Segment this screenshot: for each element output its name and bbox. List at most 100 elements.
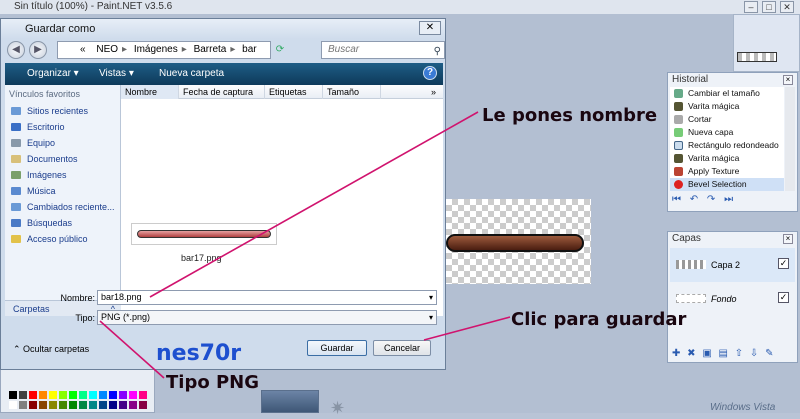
back-button[interactable]: ◀	[7, 41, 25, 59]
color-swatch[interactable]	[119, 391, 127, 399]
color-swatch[interactable]	[29, 401, 37, 409]
color-swatch[interactable]	[69, 401, 77, 409]
file-name-label[interactable]: bar17.png	[181, 253, 222, 263]
forward-button[interactable]: ▶	[29, 41, 47, 59]
color-swatch[interactable]	[109, 401, 117, 409]
history-item[interactable]: Varita mágica	[670, 100, 784, 113]
color-swatch[interactable]	[139, 401, 147, 409]
layer-row[interactable]: Fondo ✓	[670, 282, 795, 316]
history-item[interactable]: Cambiar el tamaño	[670, 87, 784, 100]
history-item[interactable]: Nueva capa	[670, 126, 784, 139]
maximize-button[interactable]: □	[762, 1, 776, 13]
color-swatch[interactable]	[109, 391, 117, 399]
color-swatch[interactable]	[39, 391, 47, 399]
color-swatch[interactable]	[9, 391, 17, 399]
history-toolbar[interactable]: ⏮ ↶ ↷ ⏭	[672, 194, 736, 206]
file-list[interactable]: Nombre Fecha de captura Etiquetas Tamaño…	[121, 85, 443, 316]
views-button[interactable]: Vistas ▾	[99, 67, 134, 81]
new-folder-button[interactable]: Nueva carpeta	[159, 67, 224, 81]
color-swatch[interactable]	[89, 401, 97, 409]
image-tab-thumbnail[interactable]	[737, 52, 777, 62]
magic-wand-icon	[674, 102, 683, 111]
chevron-down-icon[interactable]: ▾	[429, 291, 433, 304]
column-name[interactable]: Nombre	[121, 85, 179, 99]
hide-folders-button[interactable]: ⌃ Ocultar carpetas	[13, 344, 89, 355]
history-close-button[interactable]: ×	[783, 75, 793, 85]
cancel-button[interactable]: Cancelar	[373, 340, 431, 356]
color-swatch[interactable]	[79, 401, 87, 409]
color-swatch[interactable]	[139, 391, 147, 399]
color-swatch[interactable]	[119, 401, 127, 409]
color-swatch[interactable]	[99, 391, 107, 399]
favorite-desktop[interactable]: Escritorio	[5, 119, 120, 135]
column-tags[interactable]: Etiquetas	[265, 85, 323, 99]
search-input[interactable]: Buscar ⚲	[321, 41, 445, 59]
history-item[interactable]: Varita mágica	[670, 152, 784, 165]
save-button[interactable]: Guardar	[307, 340, 367, 356]
color-swatch[interactable]	[129, 391, 137, 399]
path-segment[interactable]: Imágenes	[134, 44, 178, 55]
close-button[interactable]: ✕	[780, 1, 794, 13]
color-swatch[interactable]	[19, 401, 27, 409]
taskbar-thumbnail[interactable]	[261, 390, 319, 413]
history-item[interactable]: Rectángulo redondeado	[670, 139, 784, 152]
favorite-searches[interactable]: Búsquedas	[5, 215, 120, 231]
color-swatch[interactable]	[59, 401, 67, 409]
history-item-label: Rectángulo redondeado	[688, 140, 779, 150]
path-segment[interactable]: NEO	[96, 44, 118, 55]
color-swatch[interactable]	[129, 401, 137, 409]
minimize-button[interactable]: –	[744, 1, 758, 13]
color-swatch[interactable]	[39, 401, 47, 409]
gear-icon: ✷	[330, 398, 346, 418]
favorite-recently-changed[interactable]: Cambiados reciente...	[5, 199, 120, 215]
favorite-music[interactable]: Música	[5, 183, 120, 199]
image-tab-strip[interactable]	[733, 14, 800, 72]
favorite-computer[interactable]: Equipo	[5, 135, 120, 151]
organize-button[interactable]: Organizar ▾	[27, 67, 79, 81]
path-overflow[interactable]: «	[80, 44, 86, 55]
history-item-selected[interactable]: Bevel Selection	[670, 178, 784, 191]
favorite-recent-places[interactable]: Sitios recientes	[5, 103, 120, 119]
color-swatch[interactable]	[29, 391, 37, 399]
column-date[interactable]: Fecha de captura	[179, 85, 265, 99]
color-swatch[interactable]	[79, 391, 87, 399]
color-swatch[interactable]	[69, 391, 77, 399]
dialog-close-button[interactable]: ✕	[419, 21, 441, 35]
layers-close-button[interactable]: ×	[783, 234, 793, 244]
layers-toolbar[interactable]: ✚ ✖ ▣ ▤ ⇧ ⇩ ✎	[672, 348, 775, 359]
favorite-pictures[interactable]: Imágenes	[5, 167, 120, 183]
color-swatch[interactable]	[49, 401, 57, 409]
color-swatch[interactable]	[19, 391, 27, 399]
favorite-public[interactable]: Acceso público	[5, 231, 120, 247]
color-swatch[interactable]	[49, 391, 57, 399]
color-swatch[interactable]	[59, 391, 67, 399]
file-thumbnail-item[interactable]	[131, 223, 277, 245]
history-scrollbar[interactable]	[785, 87, 795, 191]
layer-row[interactable]: Capa 2 ✓	[670, 248, 795, 282]
filename-input[interactable]: bar18.png ▾	[97, 290, 437, 305]
history-item[interactable]: Cortar	[670, 113, 784, 126]
path-segment[interactable]: bar	[242, 44, 256, 55]
columns-more[interactable]: »	[427, 85, 436, 99]
color-swatch[interactable]	[89, 391, 97, 399]
annotation-type: Tipo PNG	[166, 372, 259, 393]
color-swatch[interactable]	[9, 401, 17, 409]
favorite-documents[interactable]: Documentos	[5, 151, 120, 167]
column-size[interactable]: Tamaño	[323, 85, 381, 99]
documents-icon	[11, 155, 21, 163]
refresh-icon[interactable]: ⟳	[273, 42, 287, 58]
magic-wand-icon	[674, 154, 683, 163]
color-swatch[interactable]	[99, 401, 107, 409]
filetype-select[interactable]: PNG (*.png) ▾	[97, 310, 437, 325]
layer-visible-checkbox[interactable]: ✓	[778, 258, 789, 269]
path-segment[interactable]: Barreta	[194, 44, 227, 55]
favorite-label: Escritorio	[27, 122, 65, 132]
history-item[interactable]: Apply Texture	[670, 165, 784, 178]
layer-visible-checkbox[interactable]: ✓	[778, 292, 789, 303]
color-palette[interactable]	[0, 368, 155, 413]
help-icon[interactable]: ?	[423, 66, 437, 80]
favorite-label: Imágenes	[27, 170, 67, 180]
search-icon[interactable]: ⚲	[434, 44, 441, 60]
chevron-down-icon[interactable]: ▾	[429, 311, 433, 324]
address-bar[interactable]: « NEO ▸ Imágenes ▸ Barreta ▸ bar	[57, 41, 271, 59]
